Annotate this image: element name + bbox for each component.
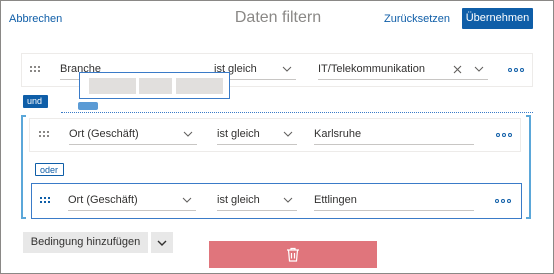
operator-value: ist gleich — [217, 194, 260, 206]
apply-button[interactable]: Übernehmen — [462, 8, 533, 29]
field-dropdown[interactable]: Ort (Geschäft) — [69, 125, 197, 145]
drag-ghost — [79, 72, 230, 99]
trash-icon — [287, 247, 299, 262]
chevron-down-icon — [157, 240, 167, 246]
field-value: Ort (Geschäft) — [69, 128, 139, 140]
field-dropdown[interactable]: Ort (Geschäft) — [68, 191, 196, 211]
and-badge[interactable]: und — [23, 95, 48, 108]
chevron-down-icon — [283, 131, 293, 137]
value-input[interactable]: Karlsruhe — [314, 125, 474, 145]
delete-button[interactable] — [209, 241, 377, 268]
or-badge[interactable]: oder — [35, 163, 64, 176]
condition-row: Ort (Geschäft) ist gleich Ettlingen — [31, 183, 522, 219]
operator-value: ist gleich — [217, 128, 260, 140]
operator-dropdown[interactable]: ist gleich — [217, 125, 297, 145]
chevron-down-icon — [182, 197, 192, 203]
chevron-down-icon — [183, 131, 193, 137]
drag-handle-icon[interactable] — [30, 66, 42, 76]
operator-dropdown[interactable]: ist gleich — [217, 191, 297, 211]
chevron-down-icon — [282, 66, 292, 72]
value-text: Karlsruhe — [314, 128, 362, 140]
drag-handle-icon[interactable] — [39, 131, 51, 141]
field-value: Ort (Geschäft) — [68, 194, 138, 206]
more-icon[interactable] — [508, 67, 524, 73]
condition-row: Ort (Geschäft) ist gleich Karlsruhe — [29, 118, 521, 152]
more-icon[interactable] — [496, 132, 512, 138]
value-input[interactable]: Ettlingen — [314, 191, 474, 211]
more-icon[interactable] — [495, 198, 511, 204]
drag-handle-icon[interactable] — [40, 197, 52, 207]
add-condition-button[interactable]: Bedingung hinzufügen — [23, 232, 148, 253]
drag-ghost-tab — [78, 102, 98, 110]
filter-dialog: Abbrechen Daten filtern Zurücksetzen Übe… — [0, 0, 554, 274]
chevron-down-icon — [474, 66, 484, 72]
chevron-down-icon — [283, 197, 293, 203]
add-options-button[interactable] — [151, 232, 173, 253]
drop-indicator — [61, 112, 533, 113]
value-dropdown[interactable]: IT/Telekommunikation — [318, 60, 488, 80]
reset-link[interactable]: Zurücksetzen — [384, 13, 450, 25]
value-text: IT/Telekommunikation — [318, 63, 425, 75]
clear-icon[interactable] — [453, 65, 462, 74]
value-text: Ettlingen — [314, 194, 357, 206]
